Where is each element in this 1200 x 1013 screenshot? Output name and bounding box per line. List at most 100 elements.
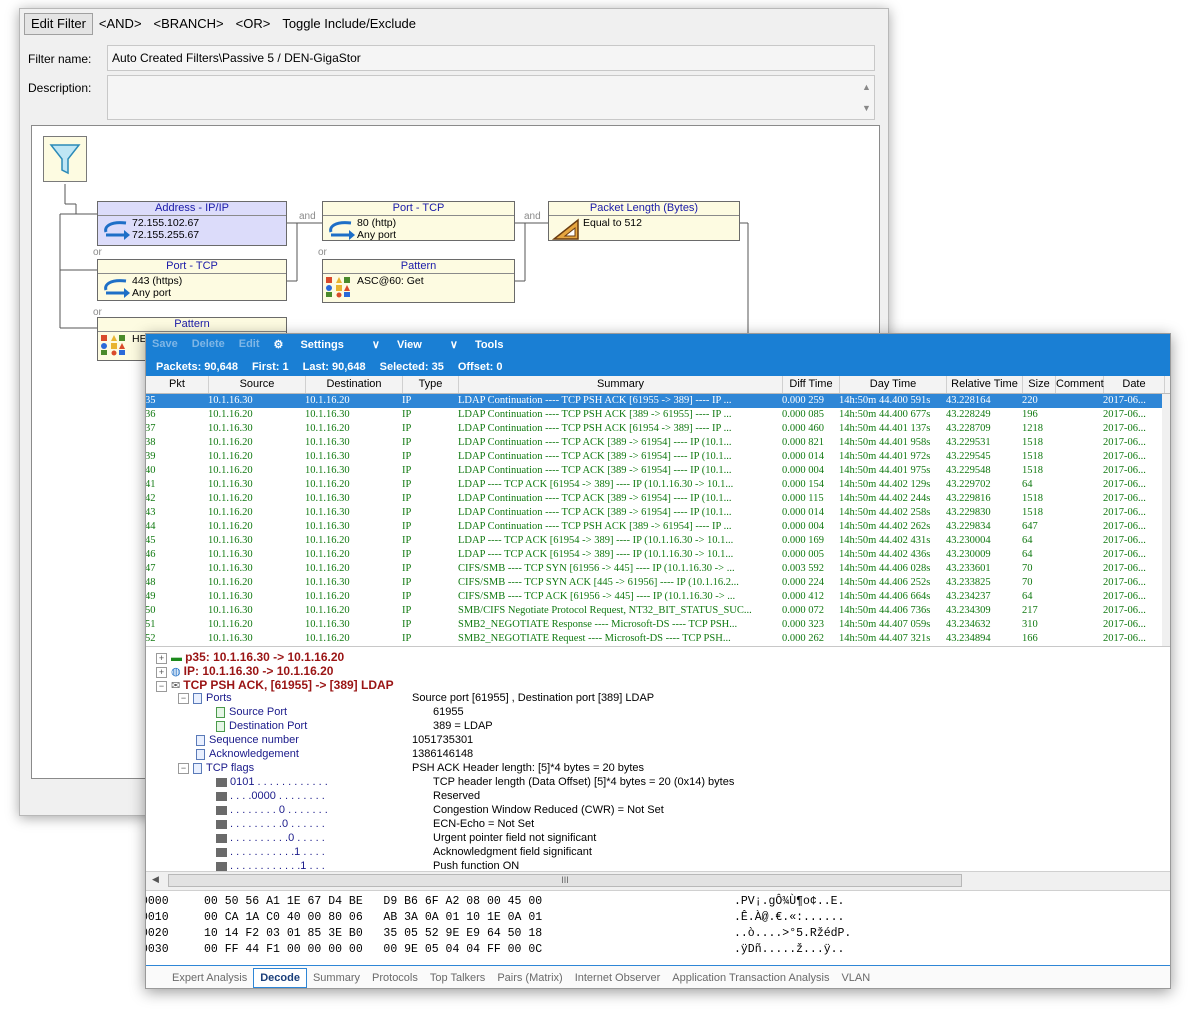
node-value: Any port <box>132 287 172 299</box>
save-button[interactable]: Save <box>152 338 178 354</box>
flag-bit-row[interactable]: . . . . . . . . 0 . . . . . . . <box>216 804 328 816</box>
collapse-icon[interactable]: − <box>156 680 167 692</box>
tab-protocols[interactable]: Protocols <box>366 969 424 987</box>
edit-filter-button[interactable]: Edit Filter <box>24 13 93 35</box>
collapse-icon[interactable]: − <box>178 762 189 774</box>
toggle-include-exclude-button[interactable]: Toggle Include/Exclude <box>276 14 422 34</box>
collapse-icon[interactable]: − <box>178 692 189 704</box>
cell-diff-time: 0.000 323 <box>782 619 824 630</box>
filter-start-node[interactable] <box>43 136 87 182</box>
branch-button[interactable]: <BRANCH> <box>148 14 230 34</box>
and-button[interactable]: <AND> <box>93 14 148 34</box>
description-scrollbar[interactable]: ▲ ▼ <box>858 76 874 119</box>
tab-pairs-matrix[interactable]: Pairs (Matrix) <box>491 969 568 987</box>
gear-icon: ⚙ <box>273 339 287 351</box>
tree-node-acknowledgement[interactable]: Acknowledgement <box>196 748 299 760</box>
column-header-type[interactable]: Type <box>403 376 459 393</box>
packet-list-scrollbar[interactable] <box>1162 394 1170 646</box>
column-header-day-time[interactable]: Day Time <box>840 376 947 393</box>
packet-row[interactable]: 45 10.1.16.30 10.1.16.20 IP LDAP ---- TCP AC… <box>146 534 1170 548</box>
filter-name-field[interactable]: Auto Created Filters\Passive 5 / DEN-Gig… <box>107 45 875 71</box>
packet-row[interactable]: 52 10.1.16.30 10.1.16.20 IP SMB2_NEGOTIATE R… <box>146 632 1170 646</box>
column-header-destination[interactable]: Destination <box>306 376 403 393</box>
or-button[interactable]: <OR> <box>230 14 277 34</box>
packet-row[interactable]: 41 10.1.16.30 10.1.16.20 IP LDAP ---- TCP AC… <box>146 478 1170 492</box>
tab-expert-analysis[interactable]: Expert Analysis <box>166 969 253 987</box>
packet-row[interactable]: 43 10.1.16.20 10.1.16.30 IP LDAP Continuatio… <box>146 506 1170 520</box>
packet-row[interactable]: 46 10.1.16.30 10.1.16.20 IP LDAP ---- TCP AC… <box>146 548 1170 562</box>
cell-day-time: 14h:50m 44.400 591s <box>839 395 931 406</box>
port-tcp-node[interactable]: Port - TCP 443 (https) Any port <box>97 259 287 301</box>
cell-size: 310 <box>1022 619 1038 630</box>
port-tcp-node[interactable]: Port - TCP 80 (http) Any port <box>322 201 515 241</box>
packet-row[interactable]: 40 10.1.16.20 10.1.16.30 IP LDAP Continuatio… <box>146 464 1170 478</box>
packet-row[interactable]: 47 10.1.16.30 10.1.16.20 IP CIFS/SMB ---- TC… <box>146 562 1170 576</box>
column-header-relative-time[interactable]: Relative Time <box>947 376 1023 393</box>
packet-row[interactable]: 37 10.1.16.30 10.1.16.20 IP LDAP Continuatio… <box>146 422 1170 436</box>
cell-comment <box>1053 590 1101 604</box>
flag-bits: . . . . . . . . . .0 . . . . . <box>230 832 325 844</box>
column-header-summary[interactable]: Summary <box>459 376 783 393</box>
scroll-thumb[interactable]: III <box>168 874 962 887</box>
column-header-diff-time[interactable]: Diff Time <box>783 376 840 393</box>
tree-node-destination-port[interactable]: Destination Port <box>216 720 307 732</box>
column-header-source[interactable]: Source <box>209 376 306 393</box>
node-title: Port - TCP <box>323 202 514 216</box>
tree-node-ip[interactable]: + ◍ IP: 10.1.16.30 -> 10.1.16.20 <box>156 664 333 678</box>
packet-row[interactable]: 39 10.1.16.20 10.1.16.30 IP LDAP Continuatio… <box>146 450 1170 464</box>
column-header-pkt[interactable]: Pkt <box>146 376 209 393</box>
chevron-down-icon: ∨ <box>371 339 383 351</box>
flag-bit-row[interactable]: . . . . . . . . .0 . . . . . . <box>216 818 325 830</box>
tree-node-source-port[interactable]: Source Port <box>216 706 287 718</box>
scroll-up-icon[interactable]: ▲ <box>862 82 871 92</box>
tab-internet-observer[interactable]: Internet Observer <box>569 969 667 987</box>
column-header-comment[interactable]: Comment <box>1056 376 1104 393</box>
cell-summary: LDAP Continuation ---- TCP ACK [389 -> 6… <box>458 507 732 518</box>
tab-top-talkers[interactable]: Top Talkers <box>424 969 491 987</box>
tab-vlan[interactable]: VLAN <box>835 969 876 987</box>
flag-bit-row[interactable]: 0101 . . . . . . . . . . . . <box>216 776 328 788</box>
tab-decode[interactable]: Decode <box>253 967 307 988</box>
view-menu[interactable]: ∨ View <box>372 338 436 354</box>
settings-button[interactable]: ⚙ Settings <box>274 338 358 354</box>
scroll-left-icon[interactable]: ◀ <box>152 874 159 885</box>
description-label: Description: <box>28 81 92 95</box>
edit-button[interactable]: Edit <box>239 338 260 354</box>
packet-row[interactable]: 44 10.1.16.20 10.1.16.30 IP LDAP Continuatio… <box>146 520 1170 534</box>
packet-row[interactable]: 48 10.1.16.20 10.1.16.30 IP CIFS/SMB ---- TC… <box>146 576 1170 590</box>
packet-row[interactable]: 50 10.1.16.30 10.1.16.20 IP SMB/CIFS Negotia… <box>146 604 1170 618</box>
packet-row[interactable]: 42 10.1.16.20 10.1.16.30 IP LDAP Continuatio… <box>146 492 1170 506</box>
tools-menu[interactable]: ∨ Tools <box>450 338 518 354</box>
cell-destination: 10.1.16.30 <box>305 409 350 420</box>
column-header-date[interactable]: Date <box>1104 376 1165 393</box>
packet-row[interactable]: 49 10.1.16.30 10.1.16.20 IP CIFS/SMB ---- TC… <box>146 590 1170 604</box>
tree-node-packet[interactable]: + ▬ p35: 10.1.16.30 -> 10.1.16.20 <box>156 650 344 664</box>
packet-length-node[interactable]: Packet Length (Bytes) Equal to 512 <box>548 201 740 241</box>
cell-relative-time: 43.229548 <box>946 465 991 476</box>
delete-button[interactable]: Delete <box>192 338 225 354</box>
tree-node-tcp-flags[interactable]: − TCP flags <box>178 762 254 774</box>
pattern-node[interactable]: Pattern ASC@60: Get <box>322 259 515 303</box>
column-header-size[interactable]: Size <box>1023 376 1056 393</box>
address-ip-node[interactable]: Address - IP/IP 72.155.102.67 72.155.255… <box>97 201 287 246</box>
tab-application-transaction-analysis[interactable]: Application Transaction Analysis <box>666 969 835 987</box>
description-field[interactable]: ▲ ▼ <box>107 75 875 120</box>
flag-bit-row[interactable]: . . . . . . . . . . .1 . . . . <box>216 846 325 858</box>
scroll-down-icon[interactable]: ▼ <box>862 103 871 113</box>
cell-pkt: 52 <box>146 633 156 644</box>
expand-icon[interactable]: + <box>156 652 167 664</box>
tree-node-ports[interactable]: − Ports <box>178 692 232 704</box>
cell-relative-time: 43.233601 <box>946 563 991 574</box>
packet-row[interactable]: 36 10.1.16.20 10.1.16.30 IP LDAP Continuatio… <box>146 408 1170 422</box>
packet-row[interactable]: 51 10.1.16.20 10.1.16.30 IP SMB2_NEGOTIATE R… <box>146 618 1170 632</box>
expand-icon[interactable]: + <box>156 666 167 678</box>
tree-node-tcp[interactable]: − ✉ TCP PSH ACK, [61955] -> [389] LDAP <box>156 678 394 692</box>
flag-bit-row[interactable]: . . . . . . . . . .0 . . . . . <box>216 832 325 844</box>
flag-bit-row[interactable]: . . . .0000 . . . . . . . . <box>216 790 325 802</box>
tree-node-sequence[interactable]: Sequence number <box>196 734 299 746</box>
packet-row[interactable]: 38 10.1.16.20 10.1.16.30 IP LDAP Continuatio… <box>146 436 1170 450</box>
packet-row[interactable]: 35 10.1.16.30 10.1.16.20 IP LDAP Continuatio… <box>146 394 1170 408</box>
tab-summary[interactable]: Summary <box>307 969 366 987</box>
horizontal-scrollbar[interactable]: ◀ III <box>146 871 1170 891</box>
cell-comment <box>1053 394 1101 408</box>
